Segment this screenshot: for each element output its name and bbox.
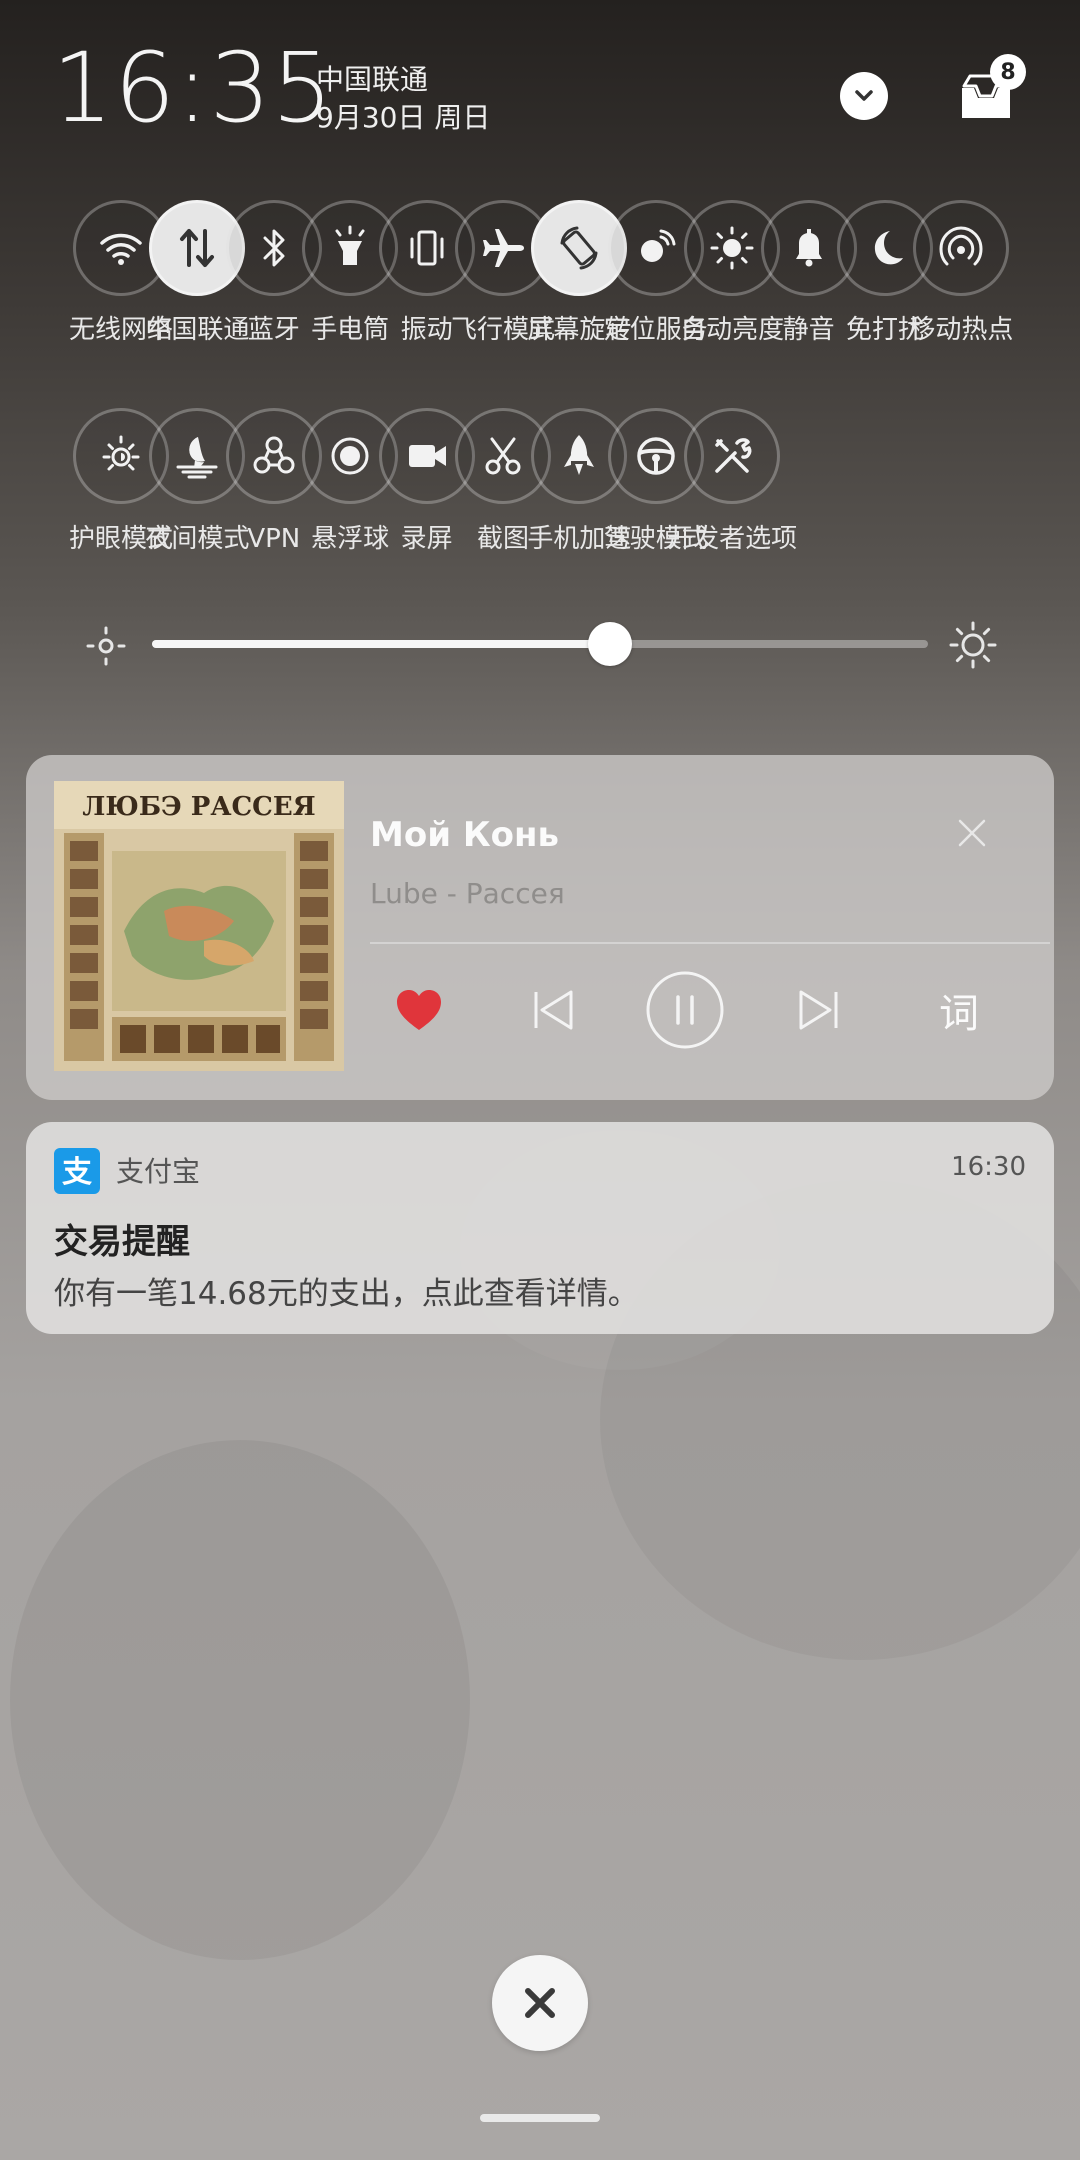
- flashlight-icon: [335, 225, 365, 265]
- next-track-button[interactable]: [784, 975, 854, 1045]
- music-player-card[interactable]: ЛЮБЭ РАССЕЯ Мой Конь Lube - Рассея 词: [26, 755, 1054, 1100]
- tile-label: 截图: [476, 524, 530, 554]
- alipay-app-icon: 支: [54, 1148, 100, 1194]
- location-icon: [640, 229, 676, 262]
- vibrate-icon: [410, 230, 444, 266]
- eye-care-icon: [102, 435, 140, 471]
- tile-label: 中国联通: [145, 315, 250, 345]
- song-artist: Lube - Рассея: [370, 877, 565, 910]
- wifi-icon: [100, 233, 142, 265]
- close-player-button[interactable]: [954, 815, 990, 851]
- tile-developer-tools[interactable]: [684, 408, 781, 504]
- close-icon: [958, 819, 986, 847]
- developer-tools-icon: [715, 438, 752, 473]
- expand-button[interactable]: [840, 72, 888, 120]
- close-icon: [525, 1988, 555, 2018]
- date-label: 9月30日 周日: [316, 101, 491, 134]
- rotate-icon: [560, 226, 598, 270]
- song-title: Мой Конь: [370, 815, 559, 855]
- auto-brightness-icon: [710, 226, 754, 270]
- brightness-high-icon: [949, 621, 997, 669]
- home-indicator: [480, 2114, 600, 2122]
- alipay-icon-glyph: 支: [62, 1155, 92, 1190]
- tile-label: 夜间模式: [145, 524, 250, 554]
- hotspot-icon: [939, 226, 983, 266]
- floating-ball-icon: [331, 437, 369, 475]
- tile-label: 录屏: [400, 524, 453, 554]
- screen-record-icon: [408, 445, 446, 467]
- album-art-title: ЛЮБЭ РАССЕЯ: [82, 792, 315, 822]
- alipay-notification[interactable]: 支 支付宝 16:30 交易提醒 你有一笔14.68元的支出，点此查看详情。: [26, 1122, 1054, 1334]
- brightness-thumb[interactable]: [587, 622, 632, 666]
- tile-label: 蓝牙: [247, 315, 300, 345]
- tile-label: 振动: [400, 315, 453, 345]
- pause-icon: [646, 971, 724, 1049]
- carrier-name: 中国联通: [316, 63, 429, 96]
- notification-body: 你有一笔14.68元的支出，点此查看详情。: [54, 1276, 639, 1312]
- chevron-down-icon: [855, 90, 873, 101]
- night-mode-icon: [176, 437, 218, 479]
- skip-next-icon: [799, 990, 838, 1030]
- tile-label: 移动热点: [909, 315, 1014, 345]
- heart-icon: [397, 990, 441, 1030]
- clock: 16:35: [52, 32, 334, 144]
- clear-all-button[interactable]: [492, 1955, 588, 2051]
- bell-icon: [795, 229, 822, 267]
- tile-label: 悬浮球: [311, 524, 390, 554]
- moon-icon: [874, 231, 903, 265]
- steering-wheel-icon: [637, 437, 675, 475]
- bluetooth-icon: [263, 229, 285, 267]
- lyrics-label: 词: [939, 991, 979, 1037]
- brightness-low-icon: [86, 626, 126, 666]
- tile-label: VPN: [247, 524, 301, 554]
- music-divider: [370, 942, 1050, 944]
- tile-label: 自动亮度: [680, 315, 785, 345]
- notification-app-name: 支付宝: [116, 1155, 201, 1188]
- previous-track-button[interactable]: [518, 975, 588, 1045]
- tile-label: 开发者选项: [667, 524, 798, 554]
- notification-time: 16:30: [951, 1152, 1026, 1182]
- tile-hotspot[interactable]: [913, 200, 1010, 296]
- play-pause-button[interactable]: [642, 967, 728, 1053]
- inbox-count-badge: 8: [990, 54, 1026, 90]
- mobile-data-icon: [180, 229, 215, 267]
- favorite-button[interactable]: [384, 975, 454, 1045]
- lyrics-button[interactable]: 词: [924, 975, 994, 1045]
- screenshot-icon: [485, 437, 521, 475]
- rocket-icon: [564, 435, 595, 475]
- album-art: ЛЮБЭ РАССЕЯ: [54, 781, 344, 1071]
- notification-title: 交易提醒: [54, 1222, 190, 1262]
- brightness-fill: [152, 640, 610, 648]
- airplane-icon: [483, 229, 524, 267]
- brightness-slider[interactable]: [152, 622, 928, 666]
- skip-previous-icon: [534, 990, 573, 1030]
- tile-label: 手电筒: [311, 315, 390, 345]
- tile-label: 静音: [782, 315, 835, 345]
- vpn-icon: [253, 436, 295, 474]
